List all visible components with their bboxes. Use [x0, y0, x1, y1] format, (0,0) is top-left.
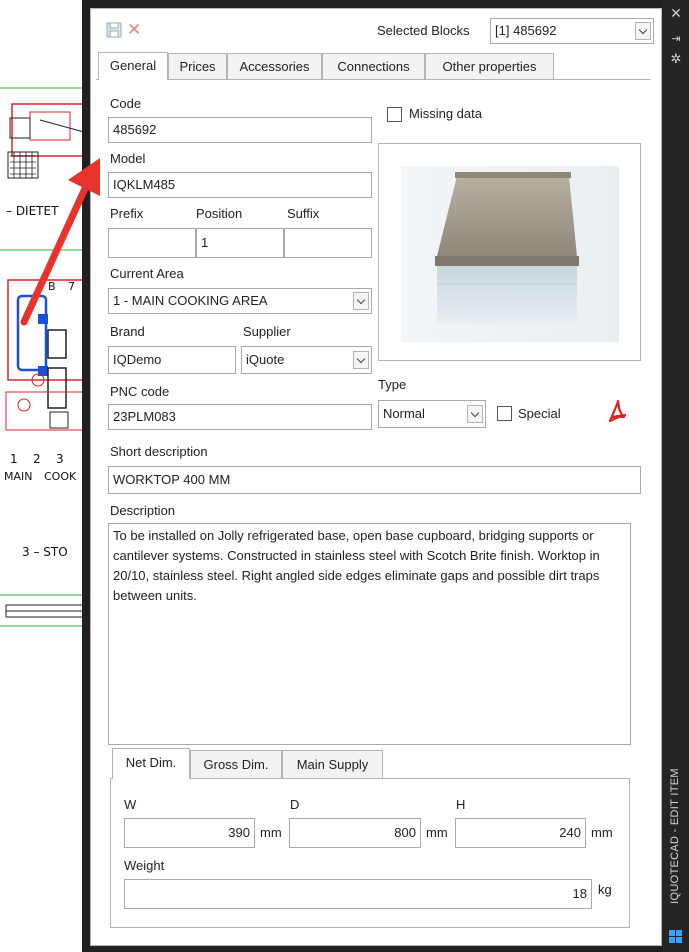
supplier-value: iQuote [246, 352, 285, 367]
model-field[interactable]: IQKLM485 [108, 172, 372, 198]
short-description-label: Short description [110, 444, 208, 459]
depth-field[interactable]: 800 [289, 818, 421, 848]
position-label: Position [196, 206, 243, 221]
selected-blocks-select[interactable]: [1] 485692 [490, 18, 654, 44]
special-label: Special [518, 406, 561, 421]
product-image [401, 166, 619, 342]
palette-sidebar: ✕ ⇥ ✲ IQUOTECAD - EDIT ITEM [663, 0, 689, 952]
tab-label: General [109, 58, 157, 73]
chevron-down-icon [635, 22, 651, 40]
width-field[interactable]: 390 [124, 818, 255, 848]
pdf-icon[interactable] [606, 399, 630, 428]
close-icon[interactable]: ✕ [663, 6, 689, 22]
cad-label: 3 – STO [22, 545, 68, 559]
tab-label: Gross Dim. [203, 757, 269, 772]
cad-label: – DIETET [6, 204, 59, 218]
width-label: W [124, 797, 137, 812]
type-label: Type [378, 377, 407, 392]
tab-connections[interactable]: Connections [322, 53, 425, 79]
missing-data-checkbox[interactable] [387, 107, 402, 122]
pin-icon[interactable]: ⇥ [663, 32, 689, 45]
tab-label: Main Supply [296, 757, 369, 772]
height-unit: mm [591, 825, 613, 840]
tab-net-dim[interactable]: Net Dim. [112, 748, 190, 779]
current-area-value: 1 - MAIN COOKING AREA [113, 293, 268, 308]
height-label: H [456, 797, 466, 812]
cad-drawing-background: – DIETET B 7 1 2 3 MAIN COOK 3 – STO [0, 0, 90, 952]
brand-label: Brand [110, 324, 145, 339]
prefix-field[interactable] [108, 228, 196, 258]
tab-gross-dim[interactable]: Gross Dim. [190, 750, 282, 778]
cad-label: 2 [33, 452, 41, 466]
prefix-label: Prefix [110, 206, 144, 221]
tab-main-supply[interactable]: Main Supply [282, 750, 383, 778]
suffix-label: Suffix [287, 206, 320, 221]
position-field[interactable]: 1 [196, 228, 284, 258]
type-select[interactable]: Normal [378, 400, 486, 428]
tab-label: Prices [179, 59, 216, 74]
tab-accessories[interactable]: Accessories [227, 53, 322, 79]
tab-prices[interactable]: Prices [168, 53, 227, 79]
supplier-label: Supplier [243, 324, 291, 339]
special-checkbox[interactable] [497, 406, 512, 421]
cad-label: MAIN [4, 470, 33, 483]
weight-unit: kg [598, 882, 612, 897]
description-textarea[interactable]: To be installed on Jolly refrigerated ba… [108, 523, 631, 745]
tab-label: Accessories [239, 59, 310, 74]
code-field[interactable]: 485692 [108, 117, 372, 143]
depth-unit: mm [426, 825, 448, 840]
chevron-down-icon [467, 405, 483, 423]
palette-title: IQUOTECAD - EDIT ITEM [669, 768, 681, 904]
depth-label: D [290, 797, 300, 812]
pnc-code-field[interactable]: 23PLM083 [108, 404, 372, 430]
chevron-down-icon [353, 292, 369, 310]
tab-general[interactable]: General [98, 52, 168, 80]
tab-other-properties[interactable]: Other properties [425, 53, 554, 79]
description-label: Description [110, 503, 176, 518]
weight-label: Weight [124, 858, 165, 873]
tab-label: Net Dim. [125, 755, 177, 770]
save-icon[interactable] [106, 22, 122, 41]
cad-label: 7 [68, 280, 75, 293]
suffix-field[interactable] [284, 228, 372, 258]
selected-blocks-label: Selected Blocks [377, 23, 470, 38]
supplier-select[interactable]: iQuote [241, 346, 372, 374]
product-image-frame [378, 143, 641, 361]
model-label: Model [110, 151, 146, 166]
missing-data-label: Missing data [409, 106, 482, 121]
cad-label: 1 [10, 452, 18, 466]
current-area-label: Current Area [110, 266, 184, 281]
width-unit: mm [260, 825, 282, 840]
windows-logo-icon [669, 930, 683, 947]
type-value: Normal [383, 406, 425, 421]
brand-field[interactable]: IQDemo [108, 346, 236, 374]
cad-label: COOK [44, 470, 77, 483]
current-area-select[interactable]: 1 - MAIN COOKING AREA [108, 288, 372, 314]
code-label: Code [110, 96, 142, 111]
short-description-field[interactable]: WORKTOP 400 MM [108, 466, 641, 494]
chevron-down-icon [353, 351, 369, 369]
settings-icon[interactable]: ✲ [663, 52, 689, 67]
height-field[interactable]: 240 [455, 818, 586, 848]
delete-icon[interactable]: ✕ [127, 21, 141, 39]
cad-label: 3 [56, 452, 64, 466]
tab-label: Connections [337, 59, 410, 74]
tab-divider [96, 79, 651, 80]
selected-blocks-value: [1] 485692 [495, 23, 557, 38]
weight-field[interactable]: 18 [124, 879, 592, 909]
tab-label: Other properties [442, 59, 537, 74]
pnc-code-label: PNC code [110, 384, 170, 399]
cad-label: B [48, 280, 56, 293]
